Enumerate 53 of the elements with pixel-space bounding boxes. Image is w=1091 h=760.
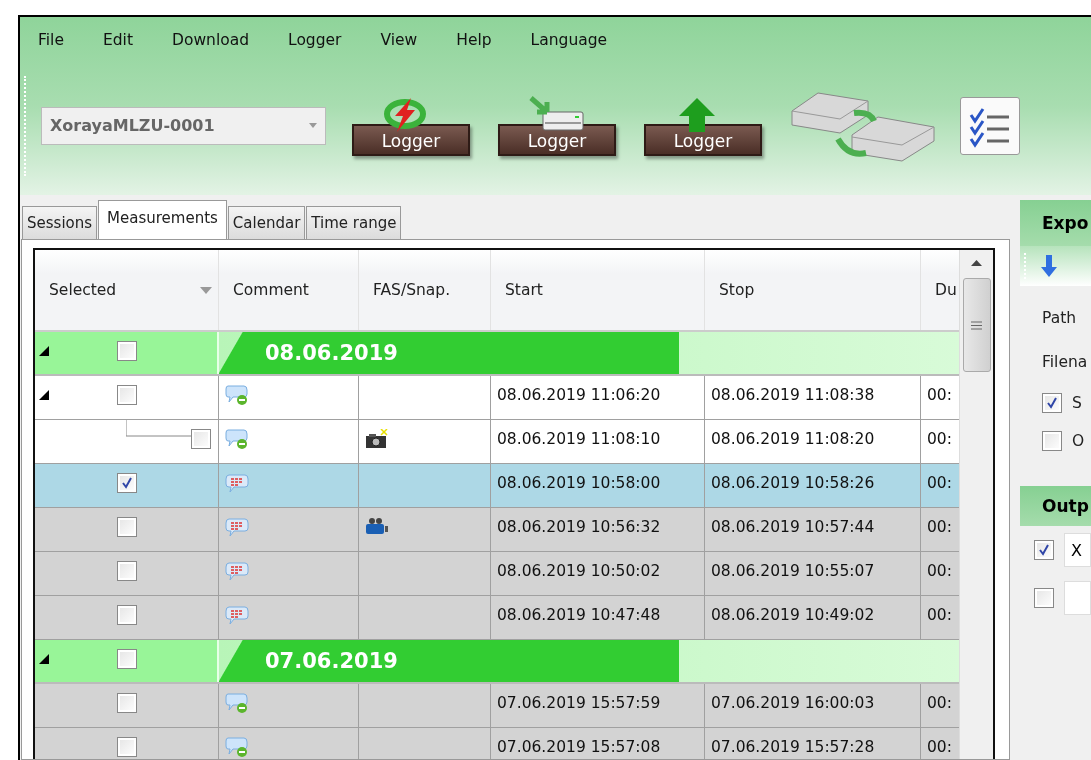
column-header-label: Du <box>935 281 957 299</box>
field-label: Filena <box>1042 352 1089 373</box>
column-header[interactable]: Stop <box>705 250 921 330</box>
table-row[interactable]: 07.06.2019 15:57:08 07.06.2019 15:57:28 00: <box>35 728 960 759</box>
table-cell: 07.06.2019 16:00:03 <box>705 684 921 727</box>
table-cell: 08.06.2019 10:49:02 <box>705 596 921 639</box>
column-header-label: Comment <box>233 281 309 299</box>
table-cell: 08.06.2019 10:47:48 <box>491 596 705 639</box>
field-label: Path <box>1042 308 1078 329</box>
column-header[interactable]: Comment <box>219 250 359 330</box>
table-row[interactable]: 08.06.2019 11:08:10 08.06.2019 11:08:20 00: <box>35 420 960 464</box>
table-cell: 08.06.2019 10:58:00 <box>491 464 705 507</box>
table-row[interactable]: 08.06.2019 11:06:20 08.06.2019 11:08:38 00: <box>35 376 960 420</box>
column-header[interactable]: Start <box>491 250 705 330</box>
menu-item[interactable]: View <box>380 31 418 63</box>
column-header[interactable]: FAS/Snap. <box>359 250 491 330</box>
option-label: S <box>1072 394 1082 412</box>
table-row[interactable]: 08.06.2019 10:47:48 08.06.2019 10:49:02 00: <box>35 596 960 640</box>
table-cell: 08.06.2019 10:50:02 <box>491 552 705 595</box>
column-header-label: Stop <box>719 281 755 299</box>
menu-item[interactable]: Download <box>171 31 249 63</box>
table-cell: 08.06.2019 10:57:44 <box>705 508 921 551</box>
table-cell: 08.06.2019 11:08:38 <box>705 376 921 419</box>
table-cell: 07.06.2019 15:57:08 <box>491 728 705 759</box>
table-cell: 08.06.2019 11:06:20 <box>491 376 705 419</box>
table-row[interactable]: 07.06.2019 15:57:59 07.06.2019 16:00:03 00: <box>35 684 960 728</box>
table-row[interactable]: 08.06.2019 10:58:00 08.06.2019 10:58:26 00: <box>35 464 960 508</box>
column-header-label: Selected <box>49 281 117 299</box>
option-label: O <box>1072 432 1085 450</box>
panel-header: Outp <box>1020 486 1091 526</box>
menu-item[interactable]: Logger <box>288 31 342 63</box>
column-header[interactable]: Selected <box>35 250 219 330</box>
tab[interactable]: Calendar <box>227 206 306 239</box>
table-cell: 08.06.2019 11:08:10 <box>491 420 705 463</box>
table-cell: 07.06.2019 15:57:28 <box>705 728 921 759</box>
input-field[interactable]: X <box>1064 533 1091 567</box>
menu-item[interactable]: File <box>38 31 64 63</box>
panel-header: Expo <box>1020 200 1091 246</box>
menu-item[interactable]: Help <box>456 31 492 63</box>
column-header-label: FAS/Snap. <box>373 281 451 299</box>
menu-item[interactable]: Language <box>530 31 608 63</box>
column-header-label: Start <box>505 281 543 299</box>
table-cell: 08.06.2019 10:58:26 <box>705 464 921 507</box>
table-cell: 07.06.2019 15:57:59 <box>491 684 705 727</box>
table-cell: 08.06.2019 10:56:32 <box>491 508 705 551</box>
tab[interactable]: Time range <box>306 206 402 239</box>
table-cell: 08.06.2019 11:08:20 <box>705 420 921 463</box>
table-row[interactable]: 08.06.2019 10:50:02 08.06.2019 10:55:07 00: <box>35 552 960 596</box>
table-row[interactable]: 08.06.2019 10:56:32 08.06.2019 10:57:44 00: <box>35 508 960 552</box>
table-cell: 08.06.2019 10:55:07 <box>705 552 921 595</box>
tab[interactable]: Sessions <box>22 206 98 239</box>
tab[interactable]: Measurements <box>98 200 227 239</box>
menu-item[interactable]: Edit <box>102 31 133 63</box>
